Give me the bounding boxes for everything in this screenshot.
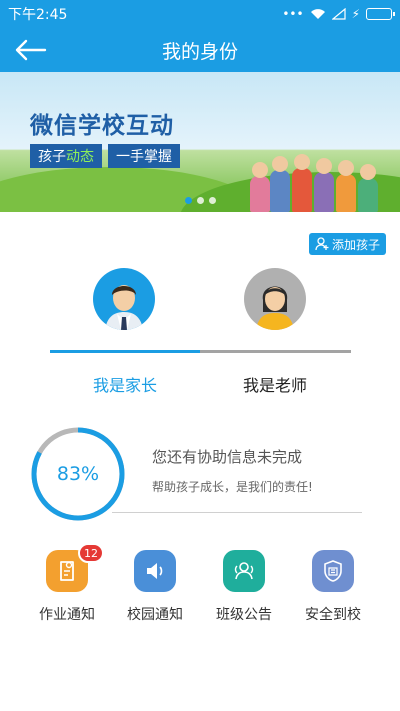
class-announcement-label: 班级公告	[216, 607, 272, 623]
parent-avatar[interactable]	[93, 268, 155, 330]
teacher-tab-indicator	[200, 350, 351, 353]
banner-title: 微信学校互动	[30, 113, 174, 139]
role-tab-teacher[interactable]: 我是老师	[200, 372, 350, 396]
status-icons: ••• ⚡	[282, 7, 395, 21]
signal-icon	[331, 8, 346, 20]
add-child-label: 添加孩子	[331, 237, 380, 252]
add-child-button[interactable]: 添加孩子	[308, 233, 386, 255]
wifi-icon	[310, 9, 325, 19]
role-tab-parent[interactable]: 我是家长	[50, 372, 200, 396]
incomplete-info-subtitle: 帮助孩子成长，是我们的责任!	[152, 480, 313, 494]
add-user-icon	[315, 237, 329, 251]
safe-arrival-button[interactable]: 安全到校	[293, 550, 373, 624]
notification-badge: 12	[78, 543, 104, 563]
class-announcement-button[interactable]: 班级公告	[204, 550, 284, 624]
status-time: 下午2:45	[8, 7, 68, 23]
title-bar: 我的身份	[0, 28, 400, 72]
charging-icon: ⚡	[351, 7, 360, 21]
class-icon	[223, 550, 265, 592]
completion-progress-ring: 83%	[30, 426, 126, 522]
teacher-avatar[interactable]	[244, 268, 306, 330]
carousel-dot[interactable]	[209, 197, 216, 204]
campus-notice-button[interactable]: 校园通知	[115, 550, 195, 624]
children-illustration	[250, 132, 380, 212]
status-bar: 下午2:45 ••• ⚡	[0, 0, 400, 28]
campus-notice-label: 校园通知	[127, 607, 183, 623]
banner-carousel[interactable]: 微信学校互动 孩子动态 一手掌握	[0, 72, 400, 212]
divider	[112, 512, 362, 513]
banner-tag-handheld: 一手掌握	[108, 144, 180, 168]
carousel-dot[interactable]	[185, 197, 192, 204]
homework-notice-label: 作业通知	[39, 607, 95, 623]
battery-icon	[366, 8, 395, 20]
teacher-avatar-icon	[256, 286, 294, 330]
carousel-indicator	[185, 197, 216, 204]
incomplete-info-title[interactable]: 您还有协助信息未完成	[152, 446, 302, 467]
carousel-dot[interactable]	[197, 197, 204, 204]
progress-percentage: 83%	[56, 463, 100, 485]
back-arrow-icon	[15, 39, 47, 61]
more-icon: •••	[282, 7, 304, 21]
shield-icon	[312, 550, 354, 592]
speaker-icon	[134, 550, 176, 592]
safe-arrival-label: 安全到校	[305, 607, 361, 623]
banner-tags: 孩子动态 一手掌握	[30, 144, 180, 168]
parent-avatar-icon	[105, 285, 143, 330]
page-title: 我的身份	[161, 40, 238, 63]
parent-tab-indicator	[50, 350, 200, 353]
back-button[interactable]	[10, 32, 50, 68]
homework-icon: 12	[46, 543, 104, 592]
homework-notice-button[interactable]: 12 作业通知	[27, 543, 107, 624]
banner-tag-dynamics: 孩子动态	[30, 144, 102, 168]
